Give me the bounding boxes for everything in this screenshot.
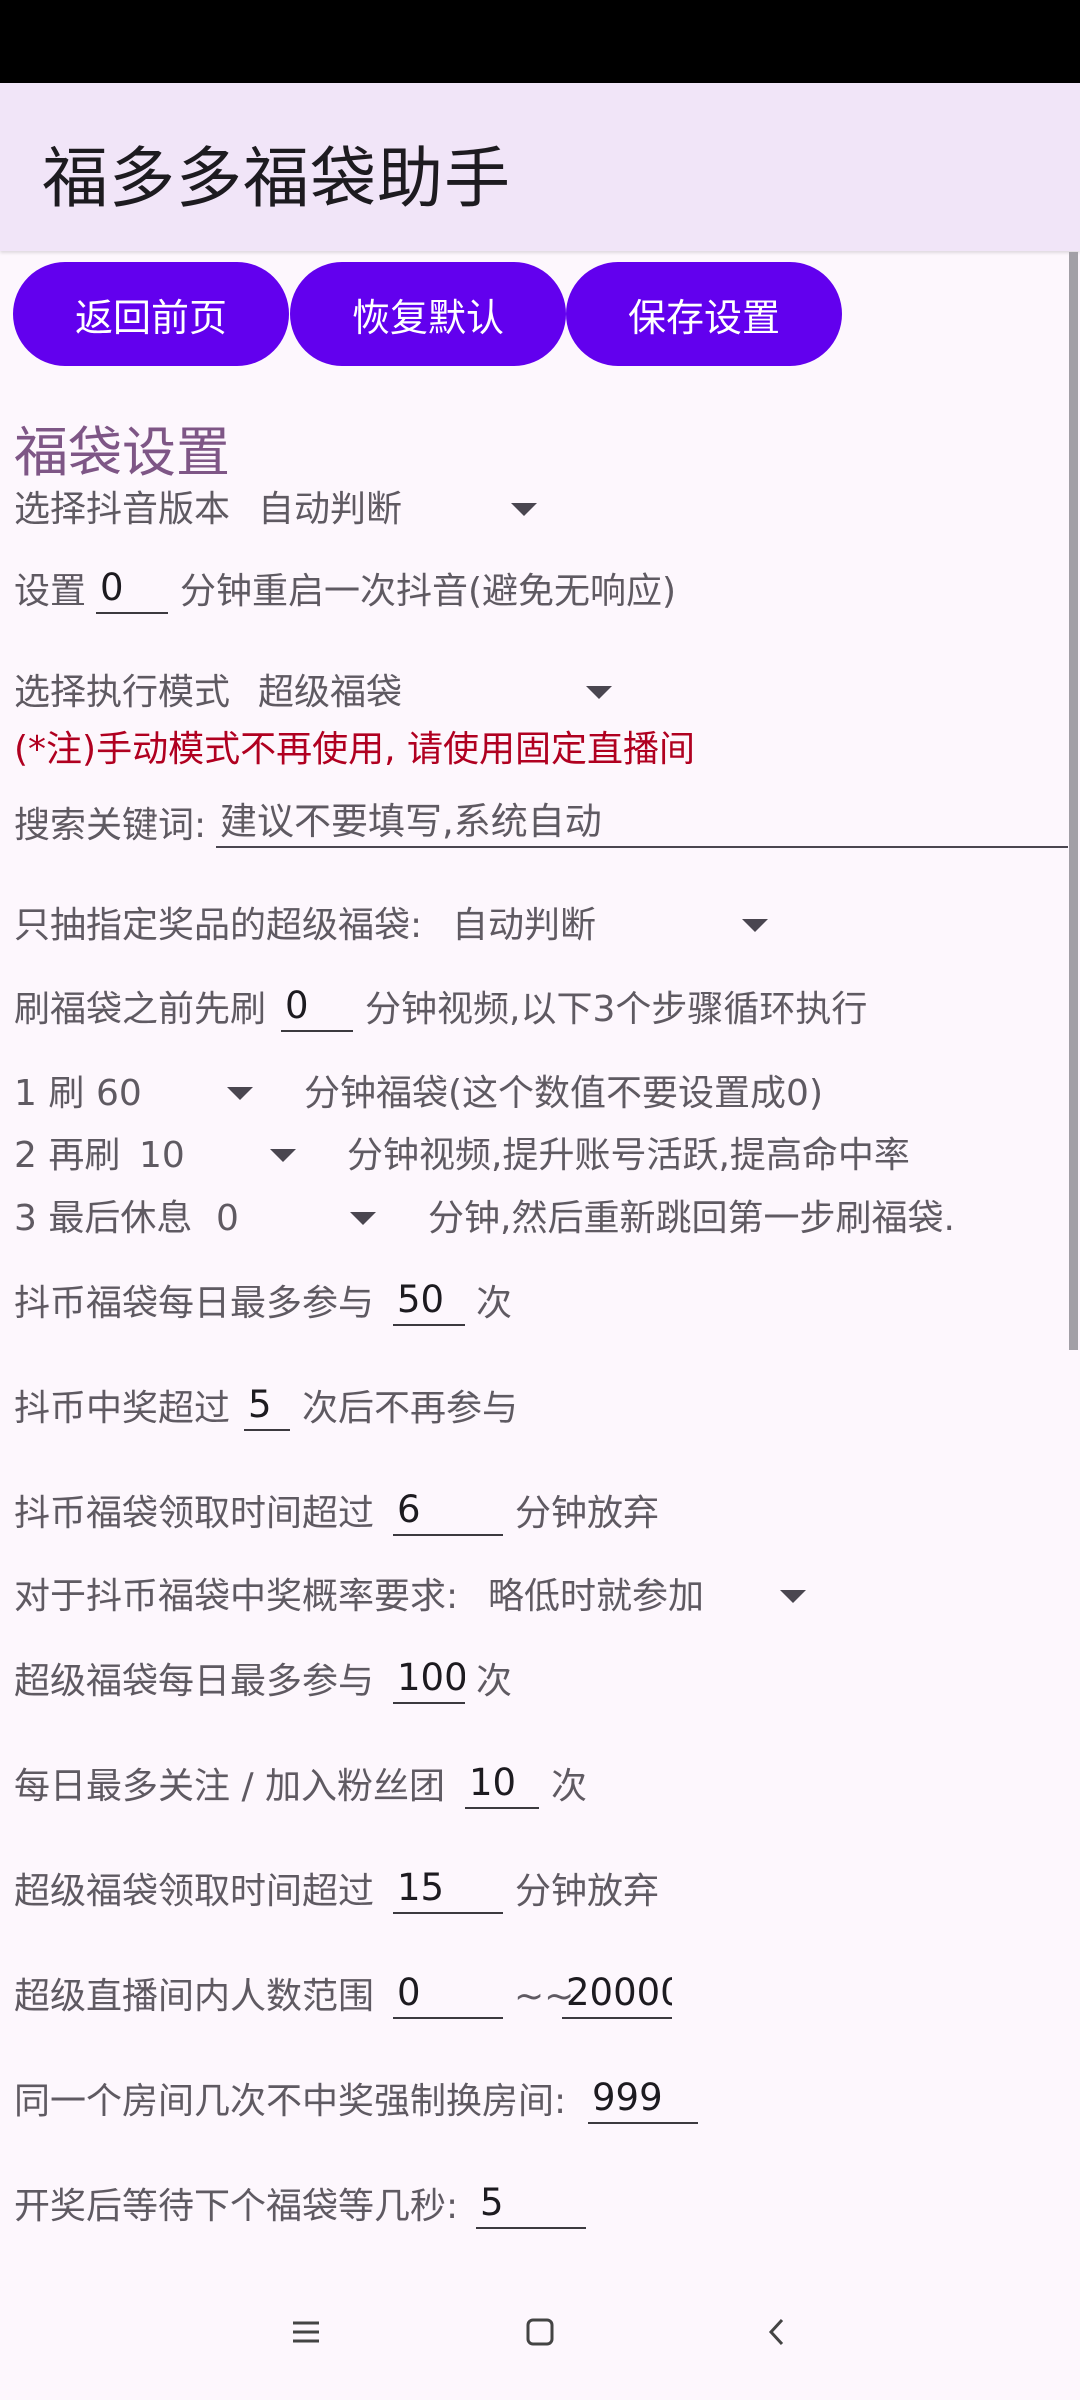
step-3-select[interactable]: 0 <box>216 1197 239 1241</box>
step-2-select[interactable]: 10 <box>139 1134 185 1178</box>
coin-prob-select[interactable]: 略低时就参加 <box>488 1575 704 1619</box>
app-bar: 福多多福袋助手 <box>0 83 1080 251</box>
prize-only-select[interactable]: 自动判断 <box>452 904 596 948</box>
restart-minutes-input[interactable]: 0 <box>96 566 168 614</box>
super-time-prefix: 超级福袋领取时间超过 <box>14 1871 375 1912</box>
pre-video-input[interactable]: 0 <box>281 984 353 1032</box>
section-title: 福袋设置 <box>14 421 230 484</box>
step-1-select[interactable]: 60 <box>96 1072 142 1116</box>
room-range-min-input[interactable]: 0 <box>393 1971 503 2019</box>
save-button[interactable]: 保存设置 <box>566 262 842 366</box>
super-daily-suffix: 次 <box>476 1661 513 1702</box>
room-range-max-input[interactable]: 20000 <box>562 1971 672 2019</box>
douyin-version-select[interactable]: 自动判断 <box>258 488 402 532</box>
room-range-prefix: 超级直播间内人数范围 <box>14 1976 375 2017</box>
pre-video-suffix: 分钟视频,以下3个步骤循环执行 <box>365 989 868 1030</box>
chevron-down-icon[interactable] <box>350 1212 376 1225</box>
coin-win-suffix: 次后不再参与 <box>302 1388 519 1429</box>
super-daily-prefix: 超级福袋每日最多参与 <box>14 1661 375 1702</box>
coin-daily-suffix: 次 <box>476 1283 513 1324</box>
chevron-down-icon[interactable] <box>742 919 768 932</box>
exec-mode-label: 选择执行模式 <box>14 672 231 713</box>
follow-daily-suffix: 次 <box>551 1766 588 1807</box>
prize-only-label: 只抽指定奖品的超级福袋: <box>14 905 423 946</box>
chevron-down-icon[interactable] <box>586 686 612 699</box>
step-1-label: 1 刷 <box>14 1073 85 1114</box>
exec-mode-note: (*注)手动模式不再使用, 请使用固定直播间 <box>14 729 695 770</box>
search-input[interactable]: 建议不要填写,系统自动 <box>216 800 1068 848</box>
coin-win-prefix: 抖币中奖超过 <box>14 1388 231 1429</box>
back-button[interactable]: 返回前页 <box>13 262 289 366</box>
super-time-input[interactable]: 15 <box>393 1866 503 1914</box>
step-1-suffix: 分钟福袋(这个数值不要设置成0) <box>304 1073 823 1114</box>
exec-mode-select[interactable]: 超级福袋 <box>258 671 402 715</box>
chevron-down-icon[interactable] <box>511 503 537 516</box>
super-daily-input[interactable]: 100 <box>393 1656 465 1704</box>
app-title: 福多多福袋助手 <box>42 140 511 217</box>
menu-icon[interactable] <box>290 2316 322 2348</box>
scrollbar[interactable] <box>1069 252 1078 1350</box>
super-time-suffix: 分钟放弃 <box>515 1871 660 1912</box>
step-3-suffix: 分钟,然后重新跳回第一步刷福袋. <box>428 1198 955 1239</box>
chevron-down-icon[interactable] <box>780 1590 806 1603</box>
douyin-version-label: 选择抖音版本 <box>14 489 231 530</box>
chevron-down-icon[interactable] <box>227 1087 253 1100</box>
pre-video-prefix: 刷福袋之前先刷 <box>14 989 267 1030</box>
restart-suffix: 分钟重启一次抖音(避免无响应) <box>180 571 677 612</box>
follow-daily-prefix: 每日最多关注 / 加入粉丝团 <box>14 1766 446 1807</box>
step-2-label: 2 再刷 <box>14 1135 121 1176</box>
search-label: 搜索关键词: <box>14 805 207 846</box>
back-icon[interactable] <box>762 2316 794 2348</box>
coin-time-suffix: 分钟放弃 <box>515 1493 660 1534</box>
wait-after-label: 开奖后等待下个福袋等几秒: <box>14 2186 459 2227</box>
coin-daily-prefix: 抖币福袋每日最多参与 <box>14 1283 375 1324</box>
chevron-down-icon[interactable] <box>270 1149 296 1162</box>
restart-prefix: 设置 <box>14 571 87 612</box>
coin-time-prefix: 抖币福袋领取时间超过 <box>14 1493 375 1534</box>
reset-button[interactable]: 恢复默认 <box>290 262 566 366</box>
follow-daily-input[interactable]: 10 <box>465 1761 539 1809</box>
coin-daily-input[interactable]: 50 <box>393 1278 465 1326</box>
system-nav-bar <box>0 2270 1080 2400</box>
coin-win-input[interactable]: 5 <box>244 1383 290 1431</box>
coin-prob-label: 对于抖币福袋中奖概率要求: <box>14 1576 459 1617</box>
switch-room-label: 同一个房间几次不中奖强制换房间: <box>14 2081 567 2122</box>
step-3-label: 3 最后休息 <box>14 1198 193 1239</box>
switch-room-input[interactable]: 999 <box>588 2076 698 2124</box>
home-icon[interactable] <box>524 2316 556 2348</box>
coin-time-input[interactable]: 6 <box>393 1488 503 1536</box>
wait-after-input[interactable]: 5 <box>476 2181 586 2229</box>
status-bar <box>0 0 1080 83</box>
step-2-suffix: 分钟视频,提升账号活跃,提高命中率 <box>347 1135 910 1176</box>
